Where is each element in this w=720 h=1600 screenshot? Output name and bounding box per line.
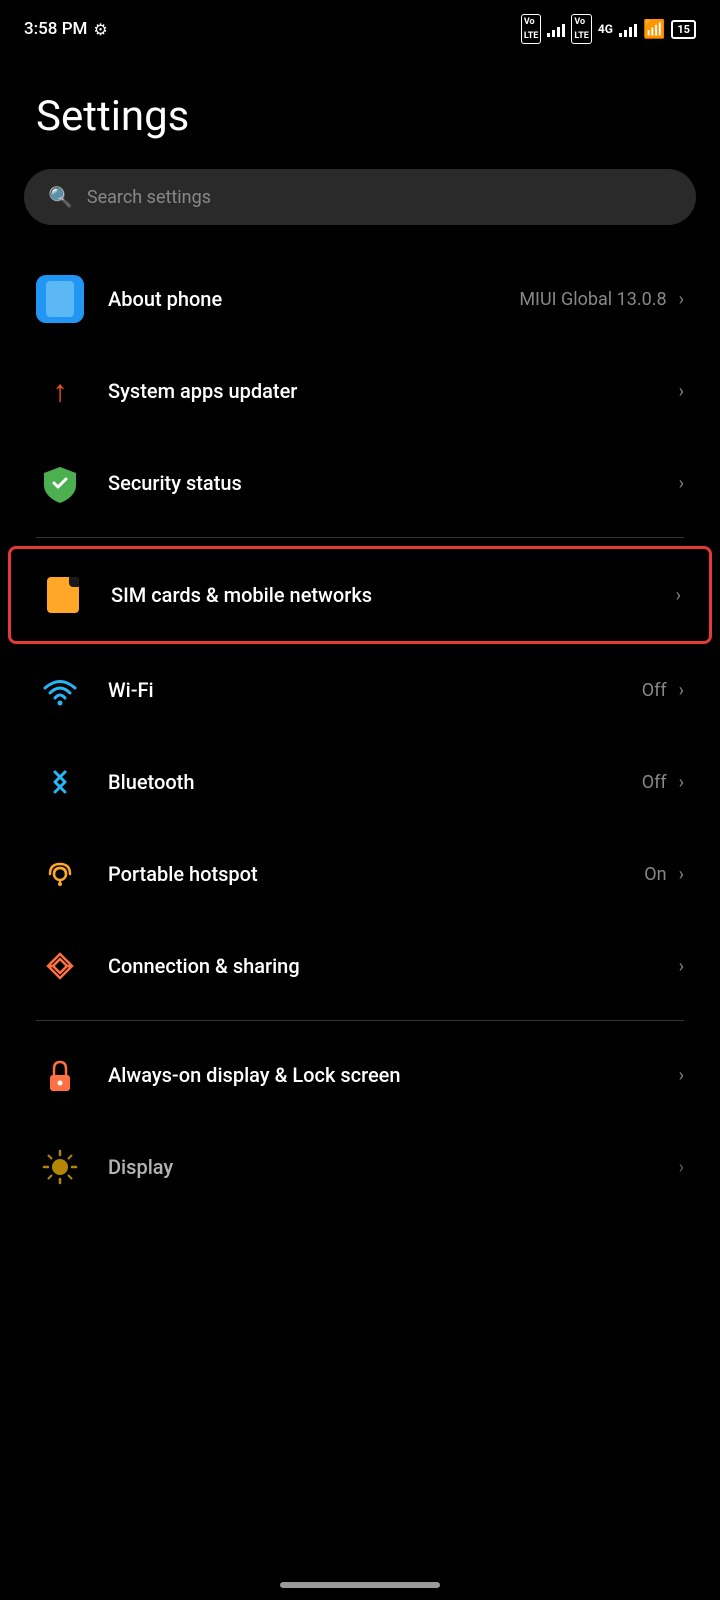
network-4g: 4G — [598, 22, 613, 36]
lock-icon — [36, 1051, 84, 1099]
divider-1 — [36, 537, 684, 538]
sim-icon — [39, 571, 87, 619]
connection-icon — [36, 942, 84, 990]
settings-item-display[interactable]: Display › — [0, 1121, 720, 1213]
bluetooth-chevron: › — [679, 772, 684, 793]
wifi-icon — [36, 666, 84, 714]
always-on-display-label: Always-on display & Lock screen — [108, 1063, 401, 1087]
hotspot-chevron: › — [679, 864, 684, 885]
arrow-up-icon: ↑ — [36, 367, 84, 415]
wifi-label: Wi-Fi — [108, 678, 154, 702]
bluetooth-label: Bluetooth — [108, 770, 194, 794]
section-top: About phone MIUI Global 13.0.8 › ↑ Syste… — [0, 253, 720, 529]
battery-indicator: 15 — [671, 20, 696, 39]
sim-cards-chevron: › — [676, 585, 681, 606]
settings-item-wifi[interactable]: Wi-Fi Off › — [0, 644, 720, 736]
signal-bars-1 — [547, 21, 565, 37]
search-bar[interactable]: 🔍 Search settings — [24, 169, 696, 225]
page-title: Settings — [0, 52, 720, 169]
about-phone-content: About phone — [108, 287, 519, 311]
display-chevron: › — [679, 1157, 684, 1178]
about-phone-label: About phone — [108, 287, 222, 311]
system-apps-label: System apps updater — [108, 379, 297, 403]
settings-item-security-status[interactable]: Security status › — [0, 437, 720, 529]
bluetooth-icon — [36, 758, 84, 806]
about-phone-value: MIUI Global 13.0.8 — [519, 289, 666, 310]
status-right-icons: VoLTE VoLTE 4G 📶 15 — [521, 14, 696, 44]
bluetooth-value: Off — [642, 772, 667, 793]
status-time: 3:58 PM ⚙ — [24, 19, 108, 39]
system-apps-chevron: › — [679, 381, 684, 402]
connection-sharing-chevron: › — [679, 956, 684, 977]
hotspot-label: Portable hotspot — [108, 862, 258, 886]
phone-icon — [36, 275, 84, 323]
settings-item-bluetooth[interactable]: Bluetooth Off › — [0, 736, 720, 828]
time-display: 3:58 PM — [24, 19, 87, 39]
about-phone-chevron: › — [679, 289, 684, 310]
battery-level: 15 — [677, 23, 690, 36]
volte-badge-2: VoLTE — [571, 14, 592, 44]
settings-item-always-on-display[interactable]: Always-on display & Lock screen › — [0, 1029, 720, 1121]
status-bar: 3:58 PM ⚙ VoLTE VoLTE 4G 📶 15 — [0, 0, 720, 52]
always-on-display-chevron: › — [679, 1065, 684, 1086]
settings-gear-icon: ⚙ — [93, 20, 107, 39]
divider-2 — [36, 1020, 684, 1021]
settings-item-system-apps[interactable]: ↑ System apps updater › — [0, 345, 720, 437]
security-status-label: Security status — [108, 471, 242, 495]
volte-badge-1: VoLTE — [521, 14, 542, 44]
search-placeholder: Search settings — [87, 187, 211, 208]
section-display: Always-on display & Lock screen › Displa… — [0, 1029, 720, 1213]
bottom-nav-indicator — [280, 1582, 440, 1588]
hotspot-icon — [36, 850, 84, 898]
settings-item-connection-sharing[interactable]: Connection & sharing › — [0, 920, 720, 1012]
hotspot-value: On — [644, 864, 666, 885]
wifi-status-icon: 📶 — [643, 19, 665, 40]
security-status-chevron: › — [679, 473, 684, 494]
about-phone-right: MIUI Global 13.0.8 › — [519, 289, 684, 310]
display-label: Display — [108, 1155, 173, 1179]
wifi-value: Off — [642, 680, 667, 701]
sim-cards-label: SIM cards & mobile networks — [111, 583, 372, 607]
shield-icon — [36, 459, 84, 507]
signal-bars-2 — [619, 21, 637, 37]
connection-sharing-label: Connection & sharing — [108, 954, 300, 978]
wifi-chevron: › — [679, 680, 684, 701]
settings-item-about-phone[interactable]: About phone MIUI Global 13.0.8 › — [0, 253, 720, 345]
search-icon: 🔍 — [48, 185, 73, 209]
settings-item-hotspot[interactable]: Portable hotspot On › — [0, 828, 720, 920]
settings-item-sim-cards[interactable]: SIM cards & mobile networks › — [8, 546, 712, 644]
section-connectivity: SIM cards & mobile networks › Wi-Fi Off … — [0, 546, 720, 1012]
display-icon — [36, 1143, 84, 1191]
